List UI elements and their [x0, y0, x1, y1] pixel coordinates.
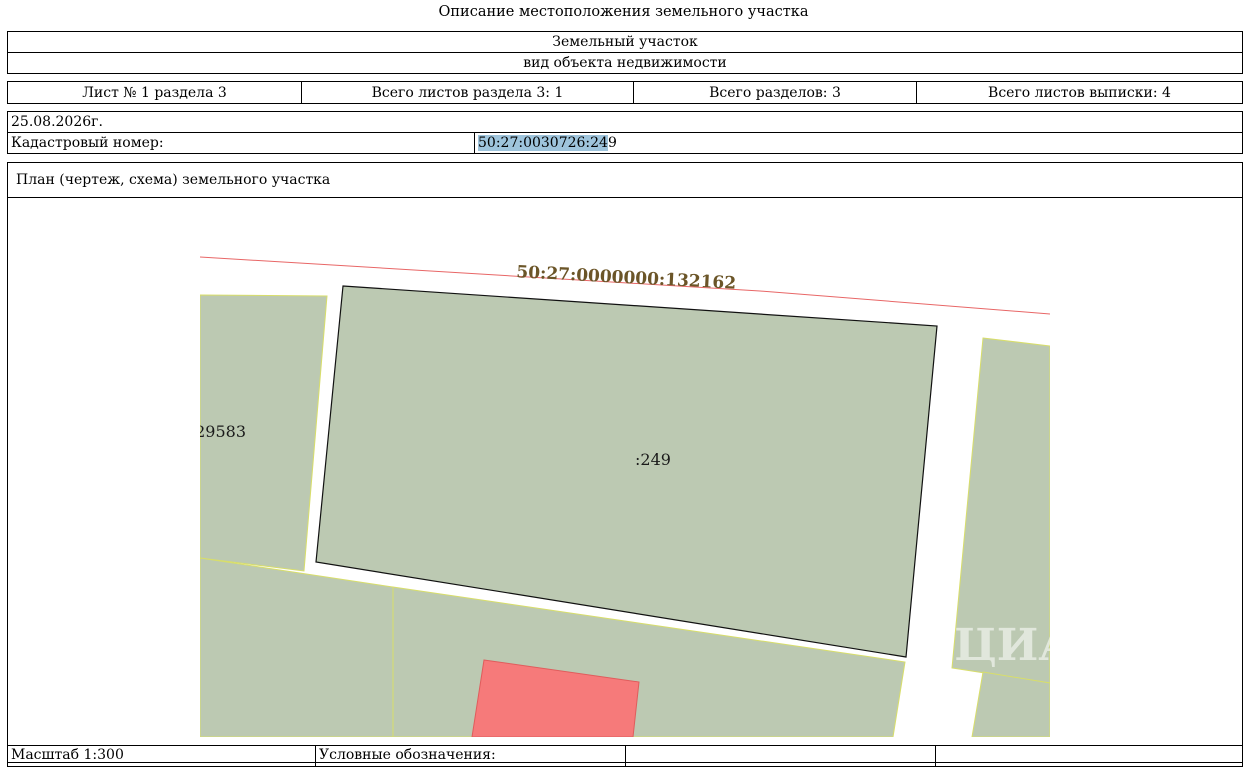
- cadastral-map[interactable]: ЦИАН 50:27:0000000:132162 :249 29583: [200, 198, 1050, 737]
- scale-label: Масштаб 1:300: [11, 747, 124, 763]
- extract-sheets-total: Всего листов выписки: 4: [988, 84, 1171, 101]
- document-title: Описание местоположения земельного участ…: [438, 4, 809, 20]
- sheet-number: Лист № 1 раздела 3: [82, 84, 227, 101]
- legend-label: Условные обозначения:: [319, 747, 496, 763]
- main-parcel-label: :249: [635, 450, 671, 469]
- legend-cell: Условные обозначения:: [315, 745, 626, 767]
- plan-title-cell: План (чертеж, схема) земельного участка: [7, 162, 1243, 198]
- date-cell: 25.08.2026г.: [7, 111, 1243, 133]
- sections-total: Всего разделов: 3: [709, 84, 841, 101]
- sheet-number-cell: Лист № 1 раздела 3: [7, 81, 302, 104]
- cadastral-number-tail: 9: [607, 135, 617, 151]
- scale-cell: Масштаб 1:300: [7, 745, 316, 767]
- legend-item-cell-2: [935, 745, 1243, 767]
- map-canvas: ЦИАН 50:27:0000000:132162 :249 29583: [200, 198, 1050, 737]
- cadastral-label: Кадастровый номер:: [11, 135, 164, 151]
- cadastral-number-selected: 50:27:0030726:24: [478, 135, 608, 151]
- object-name-cell: Земельный участок: [7, 31, 1243, 53]
- cadastral-number[interactable]: 50:27:0030726:249: [478, 135, 617, 151]
- left-parcel-label: 29583: [200, 422, 246, 441]
- cadastral-label-cell: Кадастровый номер:: [7, 132, 475, 154]
- legend-item-cell-1: [625, 745, 936, 767]
- document-date: 25.08.2026г.: [11, 114, 103, 130]
- bottom-left-parcel[interactable]: [200, 557, 394, 737]
- cadastral-number-cell: 50:27:0030726:249: [474, 132, 1243, 154]
- sections-total-cell: Всего разделов: 3: [633, 81, 917, 104]
- extract-sheets-cell: Всего листов выписки: 4: [916, 81, 1243, 104]
- object-type-cell: вид объекта недвижимости: [7, 52, 1243, 74]
- section-sheets-total: Всего листов раздела 3: 1: [371, 84, 564, 101]
- section-sheets-cell: Всего листов раздела 3: 1: [301, 81, 634, 104]
- watermark-text: ЦИАН: [954, 620, 1050, 671]
- object-type: вид объекта недвижимости: [523, 55, 727, 71]
- plan-title: План (чертеж, схема) земельного участка: [16, 172, 331, 188]
- object-name: Земельный участок: [552, 34, 698, 50]
- bottom-right-parcel[interactable]: [971, 671, 1050, 737]
